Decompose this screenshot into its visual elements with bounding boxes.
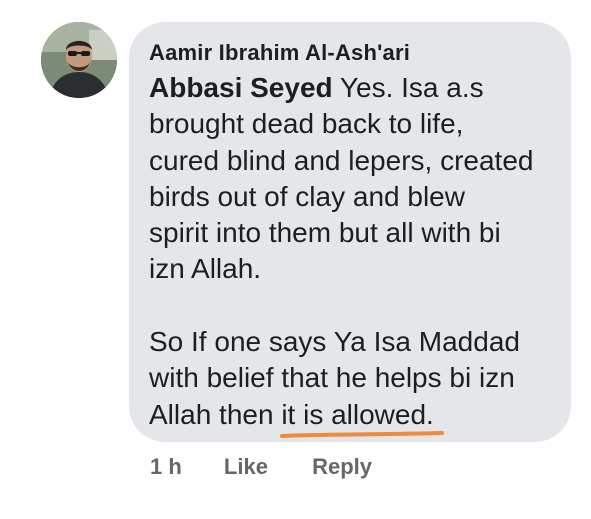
- mention-link[interactable]: Abbasi Seyed: [149, 72, 333, 103]
- reply-button[interactable]: Reply: [312, 454, 372, 480]
- like-button[interactable]: Like: [224, 454, 268, 480]
- comment-line: brought dead back to life,: [149, 108, 464, 140]
- comment-line-1: Abbasi Seyed Yes. Isa a.s: [149, 70, 559, 106]
- comment-line: Allah then it is allowed.: [149, 398, 434, 430]
- comment-author-name[interactable]: Aamir Ibrahim Al-Ash'ari: [149, 40, 410, 66]
- highlight-underline: [280, 431, 444, 438]
- comment-line: cured blind and lepers, created: [149, 144, 534, 176]
- comment-line: birds out of clay and blew: [149, 180, 465, 212]
- comment-line: with belief that he helps bi izn: [149, 362, 515, 394]
- comment-text: Abbasi Seyed Yes. Isa a.s brought dead b…: [149, 70, 559, 433]
- timestamp[interactable]: 1 h: [150, 454, 182, 480]
- comment-line: izn Allah.: [149, 253, 262, 285]
- avatar[interactable]: [41, 22, 117, 98]
- comment-line-1-text: Yes. Isa a.s: [332, 72, 484, 103]
- profile-photo-icon: [41, 22, 117, 98]
- comment-line: So If one says Ya Isa Maddad: [149, 326, 520, 358]
- comment-screenshot: Aamir Ibrahim Al-Ash'ari Abbasi Seyed Ye…: [0, 0, 591, 519]
- comment-actions: 1 h Like Reply: [150, 454, 372, 480]
- comment-line: spirit into them but all with bi: [149, 217, 501, 249]
